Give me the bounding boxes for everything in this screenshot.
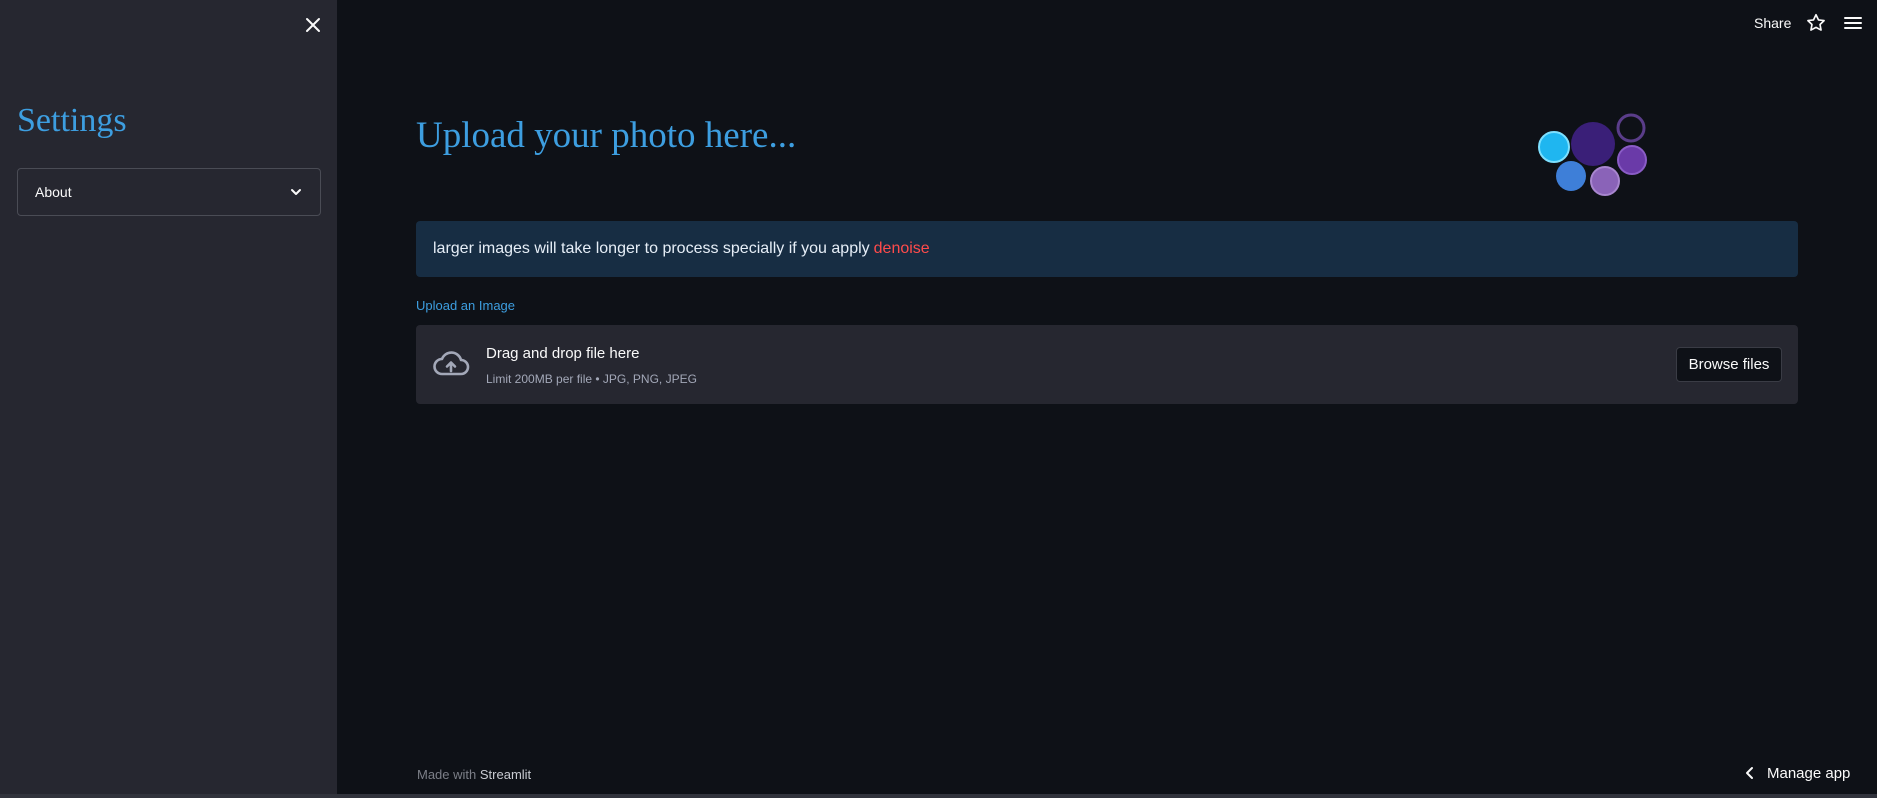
- bottom-divider: [0, 794, 1877, 798]
- info-accent-text: denoise: [873, 240, 930, 257]
- close-sidebar-button[interactable]: [301, 13, 325, 37]
- about-expander[interactable]: About: [17, 168, 321, 216]
- expander-label: About: [35, 184, 72, 200]
- sidebar: Settings About: [0, 0, 337, 794]
- footer-made-with: Made with: [417, 767, 477, 782]
- manage-app-label: Manage app: [1767, 764, 1851, 782]
- page-title: Upload your photo here...: [416, 115, 797, 156]
- chevron-left-icon: [1746, 767, 1753, 779]
- app-root: Settings About Share Upload your photo h…: [0, 0, 1877, 798]
- info-text: larger images will take longer to proces…: [433, 240, 870, 257]
- uploader-label: Upload an Image: [416, 298, 516, 313]
- footer-streamlit-link[interactable]: Streamlit: [480, 767, 531, 782]
- chevron-down-icon: [291, 189, 301, 195]
- app-logo: [1538, 113, 1647, 196]
- cloud-upload-icon: [433, 351, 470, 376]
- hamburger-menu-icon: [1844, 17, 1862, 29]
- footer: Made with Streamlit: [417, 767, 531, 782]
- star-button[interactable]: [1805, 12, 1827, 34]
- close-icon: [306, 18, 320, 32]
- browse-files-button[interactable]: Browse files: [1676, 347, 1782, 382]
- info-alert: larger images will take longer to proces…: [416, 221, 1798, 277]
- share-button[interactable]: Share: [1754, 15, 1791, 31]
- star-icon: [1807, 13, 1825, 31]
- file-dropzone[interactable]: Drag and drop file here Limit 200MB per …: [416, 325, 1798, 404]
- main-menu-button[interactable]: [1842, 12, 1864, 34]
- sidebar-title: Settings: [17, 102, 127, 139]
- manage-app-button[interactable]: Manage app: [1745, 762, 1850, 784]
- dropzone-title: Drag and drop file here: [486, 345, 640, 362]
- dropzone-limits: Limit 200MB per file • JPG, PNG, JPEG: [486, 372, 697, 386]
